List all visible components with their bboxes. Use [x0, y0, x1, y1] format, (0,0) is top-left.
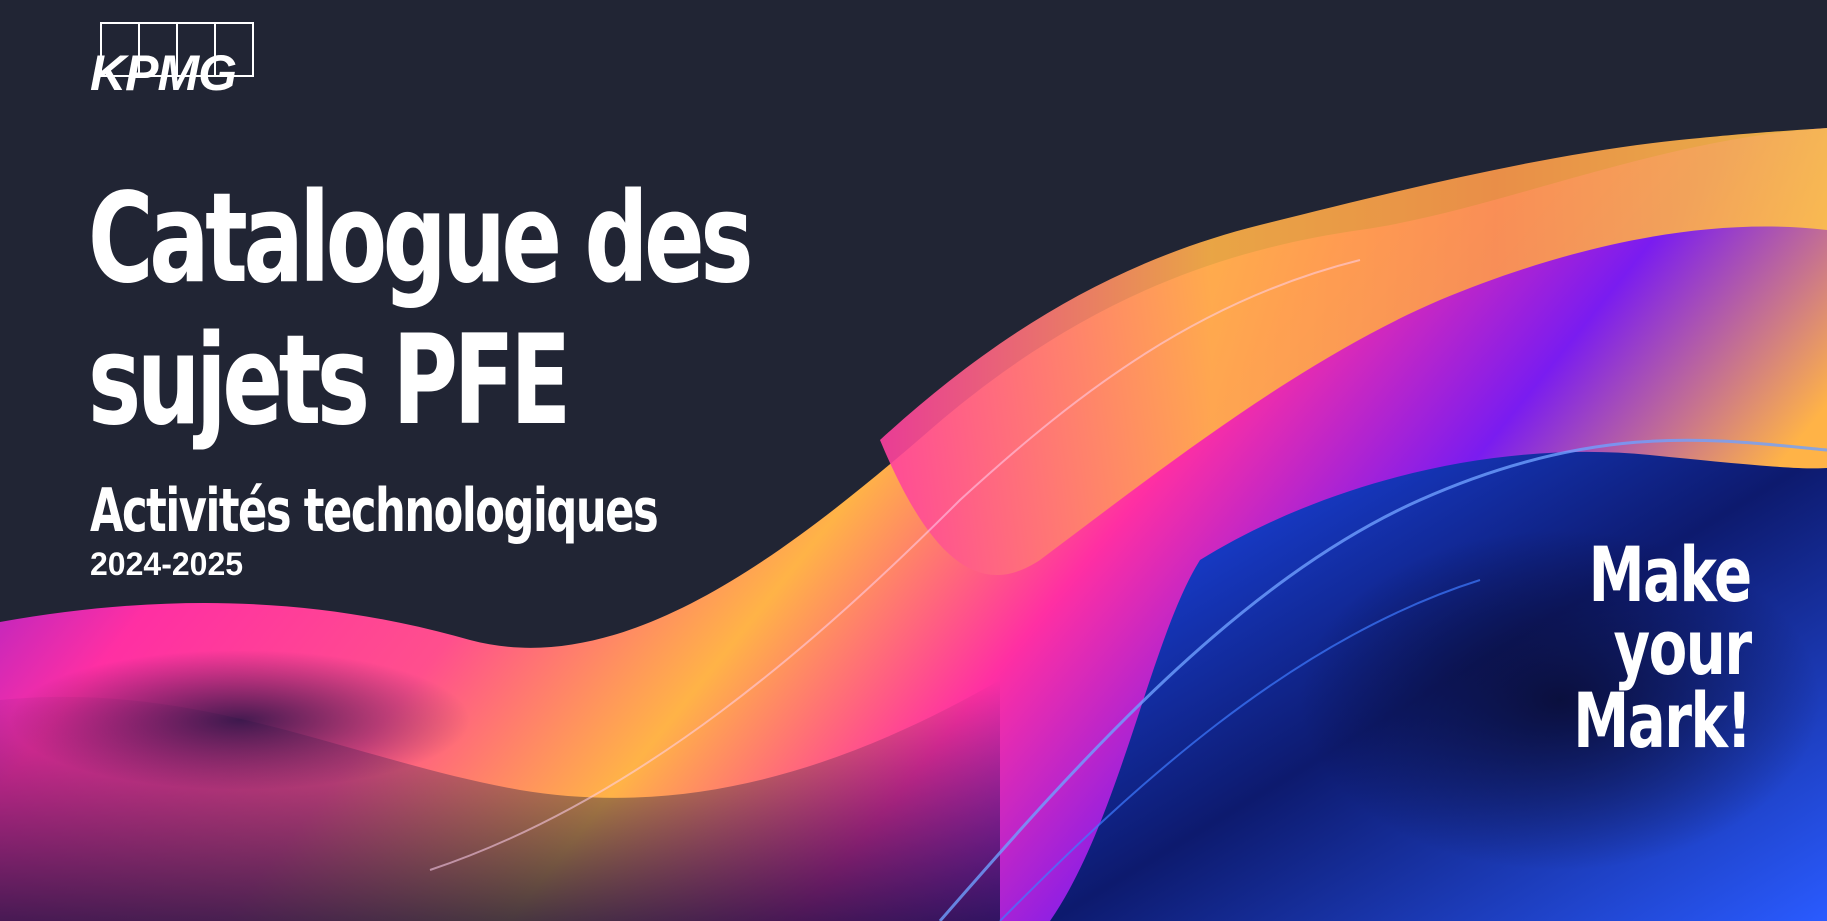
abstract-wave-graphic: [0, 128, 1827, 921]
tagline-line-3: Mark!: [1573, 676, 1753, 765]
logo-wordmark: KPMG: [90, 45, 237, 101]
tagline: Make your Mark!: [1573, 530, 1753, 765]
tagline-line-1: Make: [1588, 530, 1753, 619]
year-label: 2024-2025: [90, 546, 244, 582]
cover-slide: KPMG Catalogue des sujets PFE Activités …: [0, 0, 1827, 921]
title-line-2: sujets PFE: [88, 309, 571, 453]
subtitle: Activités technologiques: [90, 476, 659, 546]
tagline-line-2: your: [1613, 603, 1753, 692]
kpmg-logo: KPMG: [88, 22, 274, 100]
title-line-1: Catalogue des: [88, 167, 754, 311]
page-title: Catalogue des sujets PFE: [88, 167, 754, 453]
